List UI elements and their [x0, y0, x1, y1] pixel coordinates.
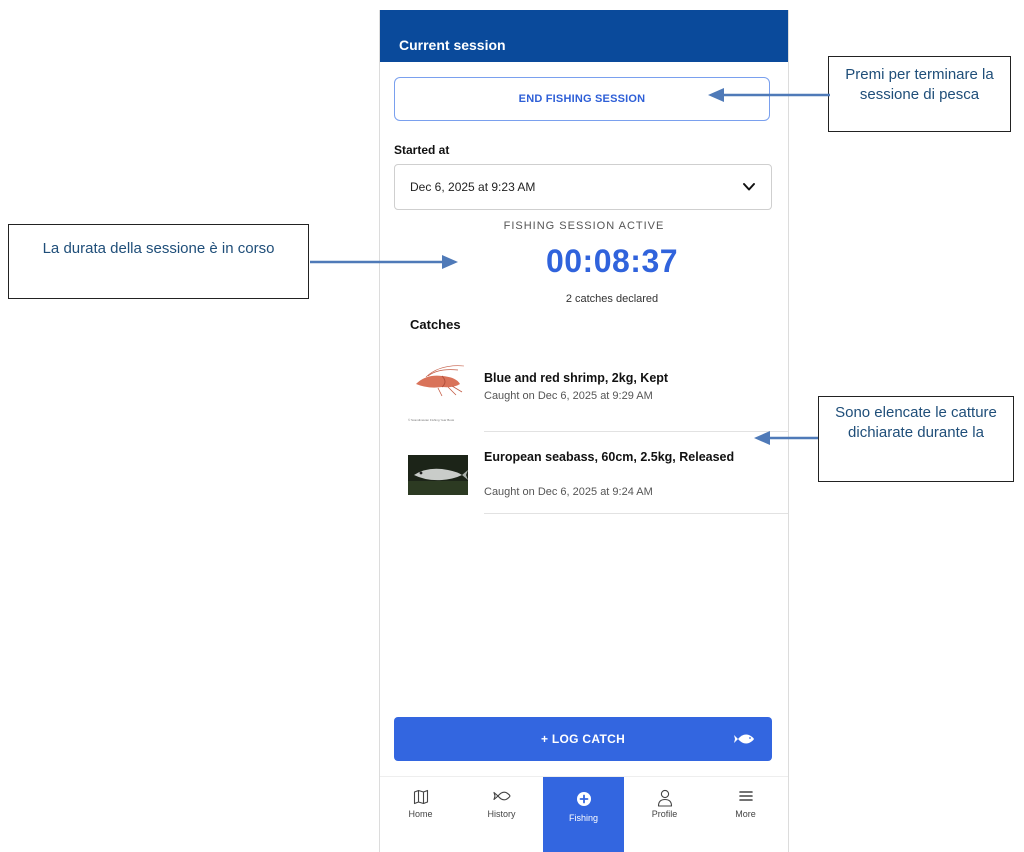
seabass-image: [408, 455, 468, 495]
log-catch-label: + LOG CATCH: [540, 732, 626, 746]
annotation-arrow: [708, 88, 830, 102]
started-at-label: Started at: [394, 143, 450, 157]
catch-subtitle: Caught on Dec 6, 2025 at 9:24 AM: [484, 486, 653, 498]
session-status: FISHING SESSION ACTIVE: [503, 220, 665, 232]
tab-fishing[interactable]: Fishing: [543, 777, 624, 852]
menu-icon: [738, 791, 753, 801]
annotation-arrow: [754, 431, 818, 445]
fish-outline-icon: [492, 791, 511, 801]
catches-heading: Catches: [410, 317, 461, 332]
annotation-duration: La durata della sessione è in corso: [8, 224, 309, 299]
tab-label: History: [487, 809, 516, 819]
catch-item-seabass[interactable]: European seabass, 60cm, 2.5kg, Released …: [380, 435, 788, 515]
tab-profile[interactable]: Profile: [624, 777, 705, 852]
fish-icon: [734, 734, 754, 744]
tab-more[interactable]: More: [705, 777, 786, 852]
annotation-catches: Sono elencate le catture dichiarate dura…: [818, 396, 1014, 482]
catches-count: 2 catches declared: [565, 293, 659, 305]
chevron-down-icon: [743, 183, 755, 191]
app-screen: Current session END FISHING SESSION Star…: [379, 10, 789, 852]
catch-title: Blue and red shrimp, 2kg, Kept: [484, 371, 669, 385]
divider: [484, 431, 788, 432]
shrimp-image-caption: © Scandinavian Fishing Year Book: [408, 418, 455, 422]
tab-history[interactable]: History: [461, 777, 542, 852]
bottom-tab-bar: Home History Fishing Profile More: [380, 776, 788, 852]
plus-circle-icon: [576, 792, 591, 806]
page-title: Current session: [399, 37, 506, 53]
annotation-arrow: [310, 255, 458, 269]
started-at-value: Dec 6, 2025 at 9:23 AM: [410, 180, 536, 194]
shrimp-image: [408, 362, 468, 402]
divider: [484, 513, 788, 514]
tab-label: Profile: [651, 809, 678, 819]
tab-label: Home: [408, 809, 433, 819]
app-header: Current session: [380, 10, 788, 62]
annotation-end-session: Premi per terminare la sessione di pesca: [828, 56, 1011, 132]
catch-subtitle: Caught on Dec 6, 2025 at 9:29 AM: [484, 390, 653, 402]
person-icon: [657, 789, 672, 807]
tab-label: Fishing: [568, 813, 598, 823]
tab-home[interactable]: Home: [380, 777, 461, 852]
map-icon: [413, 789, 428, 805]
catch-title: European seabass, 60cm, 2.5kg, Released: [484, 450, 735, 464]
log-catch-button[interactable]: + LOG CATCH: [394, 717, 772, 761]
started-at-select[interactable]: Dec 6, 2025 at 9:23 AM: [394, 164, 772, 210]
catch-item-shrimp[interactable]: © Scandinavian Fishing Year Book Blue an…: [380, 355, 788, 435]
tab-label: More: [735, 809, 756, 819]
